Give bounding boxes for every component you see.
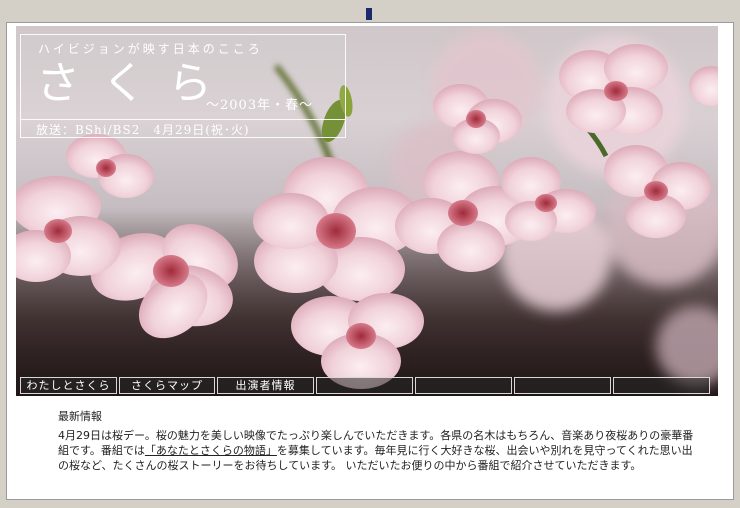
nav-item-sakura-map[interactable]: さくらマップ [119, 377, 215, 394]
nav-item-blank [316, 377, 413, 394]
nav-item-cast-info[interactable]: 出演者情報 [217, 377, 314, 394]
nav-item-blank [415, 377, 512, 394]
season-label: 〜2003年・春〜 [206, 98, 314, 113]
broadcast-info: 放送：BShi/BS2 4月29日(祝･火) [36, 123, 250, 137]
story-link[interactable]: 「あなたとさくらの物語」 [145, 444, 277, 457]
news-section: 最新情報 4月29日は桜デー。桜の魅力を美しい映像でたっぷり楽しんでいただきます… [16, 400, 718, 494]
window-marker [366, 8, 372, 20]
news-heading: 最新情報 [58, 410, 102, 423]
nav-item-blank [613, 377, 710, 394]
nav-item-blank [514, 377, 611, 394]
news-body: 4月29日は桜デー。桜の魅力を美しい映像でたっぷり楽しんでいただきます。各県の名… [58, 428, 694, 473]
page-title: さくら [36, 58, 234, 109]
nav-item-watashi-to-sakura[interactable]: わたしとさくら [20, 377, 117, 394]
title-divider [21, 119, 345, 120]
nav-bar: わたしとさくら さくらマップ 出演者情報 [20, 377, 710, 394]
